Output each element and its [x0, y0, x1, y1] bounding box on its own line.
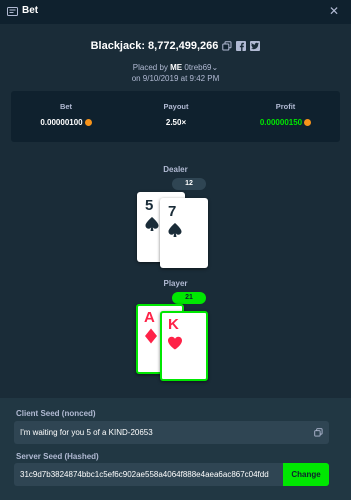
bitcoin-icon [84, 119, 92, 126]
placed-by-line: Placed by ME 0treb69⌄ [0, 63, 351, 72]
placed-by-prefix: Placed by [132, 63, 168, 72]
server-seed-label: Server Seed (Hashed) [16, 452, 99, 461]
game-title: Blackjack: 8,772,499,266 [90, 40, 219, 52]
player-total-badge: 21 [172, 292, 206, 304]
client-seed-label: Client Seed (nonced) [16, 409, 96, 418]
server-seed-field[interactable]: 31c9d7b3824874bbc1c5ef6c902ae558a4064f88… [14, 463, 329, 486]
user-handle[interactable]: 0treb69 [184, 63, 211, 72]
facebook-icon[interactable] [236, 41, 247, 51]
stat-label: Bet [59, 102, 73, 111]
card-rank: K [168, 316, 179, 333]
modal-title: Bet [22, 5, 39, 16]
change-seed-button[interactable]: Change [283, 463, 329, 486]
profit-amount: 0.00000150 [259, 118, 303, 127]
twitter-icon[interactable] [250, 41, 261, 51]
close-icon[interactable]: ✕ [327, 3, 341, 19]
card-rank: 5 [145, 197, 154, 214]
stat-label: Profit [275, 102, 296, 111]
copy-icon[interactable] [314, 428, 323, 437]
stat-bet: Bet 0.00000100 [11, 91, 121, 142]
dealer-card-2: 7 [160, 198, 208, 268]
spade-icon [168, 223, 182, 237]
spade-icon [145, 217, 159, 231]
player-card-2: K [160, 311, 208, 381]
bet-amount: 0.00000100 [40, 118, 83, 127]
payout-multiplier: 2.50× [165, 118, 187, 127]
diamond-icon [145, 328, 157, 344]
stat-profit: Profit 0.00000150 [231, 91, 340, 142]
card-rank: 7 [168, 203, 177, 220]
game-title-row: Blackjack: 8,772,499,266 [0, 40, 351, 56]
dealer-total-badge: 12 [172, 178, 206, 190]
card-rank: A [144, 309, 155, 326]
bet-modal: Bet ✕ Blackjack: 8,772,499,266 Placed by… [0, 0, 351, 500]
stat-value: 0.00000150 [231, 118, 340, 127]
client-seed-value[interactable]: I'm waiting for you 5 of a KIND-20653 [20, 428, 153, 437]
bet-ticket-icon [7, 7, 18, 16]
bitcoin-icon [304, 119, 312, 126]
dealer-label: Dealer [163, 165, 188, 174]
client-seed-field[interactable]: I'm waiting for you 5 of a KIND-20653 [14, 421, 329, 444]
placed-date: on 9/10/2019 at 9:42 PM [131, 74, 220, 83]
stat-payout: Payout 2.50× [121, 91, 231, 142]
chevron-down-icon[interactable]: ⌄ [212, 63, 219, 72]
stat-label: Payout [163, 102, 189, 111]
copy-icon[interactable] [222, 41, 232, 51]
player-label: Player [163, 279, 188, 288]
bet-stats-panel: Bet 0.00000100 Payout 2.50× Profit 0.000… [11, 91, 340, 142]
seeds-panel: Client Seed (nonced) I'm waiting for you… [0, 398, 351, 500]
player-name: ME [170, 63, 183, 72]
stat-value: 0.00000100 [11, 118, 121, 127]
server-seed-value[interactable]: 31c9d7b3824874bbc1c5ef6c902ae558a4064f88… [20, 470, 284, 479]
modal-header: Bet ✕ [0, 0, 351, 24]
heart-icon [168, 336, 182, 350]
